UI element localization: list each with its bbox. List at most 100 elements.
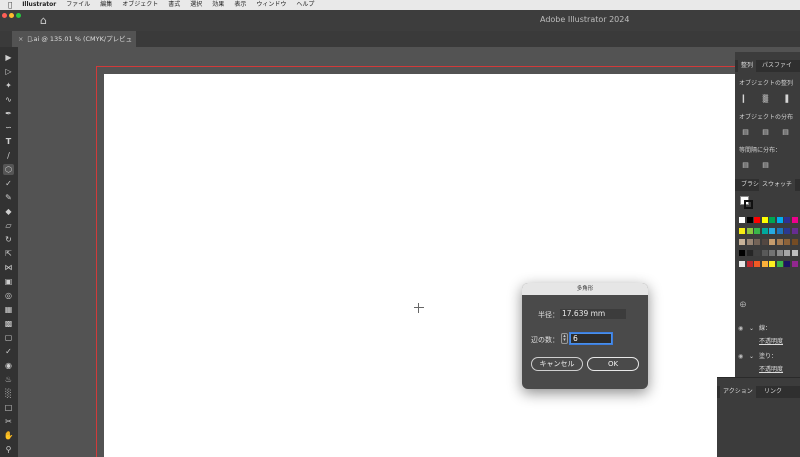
new-swatch-icon[interactable]: ⨁ xyxy=(740,301,746,308)
shaper-tool-icon[interactable]: ◆ xyxy=(3,206,14,217)
eraser-tool-icon[interactable]: ▱ xyxy=(3,220,14,231)
color-swatch[interactable] xyxy=(761,239,768,245)
color-swatch[interactable] xyxy=(746,250,753,256)
color-swatch[interactable] xyxy=(791,228,798,234)
appearance-stroke-row[interactable]: ◉ ⌄ 線： xyxy=(735,322,800,336)
tab-swatches[interactable]: スウォッチ xyxy=(759,179,796,191)
stroke-opacity-link[interactable]: 不透明度 xyxy=(759,335,783,349)
color-swatch[interactable] xyxy=(776,250,783,256)
perspective-grid-tool-icon[interactable]: ▦ xyxy=(3,304,14,315)
distribute-spacing-vertical-icon[interactable]: ▤ xyxy=(740,160,751,170)
artboard[interactable] xyxy=(104,74,736,457)
color-swatch[interactable] xyxy=(769,261,775,267)
align-left-icon[interactable]: ▎ xyxy=(740,94,751,104)
color-swatch[interactable] xyxy=(784,228,790,234)
eye-icon[interactable]: ◉ xyxy=(738,322,743,336)
color-swatch[interactable] xyxy=(739,228,745,234)
menu-effect[interactable]: 効果 xyxy=(212,0,224,10)
align-right-icon[interactable]: ▐ xyxy=(780,94,791,104)
ok-button[interactable]: OK xyxy=(587,357,639,371)
rotate-tool-icon[interactable]: ↻ xyxy=(3,234,14,245)
shape-builder-tool-icon[interactable]: ◎ xyxy=(3,290,14,301)
menu-type[interactable]: 書式 xyxy=(168,0,180,10)
color-swatch[interactable] xyxy=(791,217,798,223)
lasso-tool-icon[interactable]: ∿ xyxy=(3,94,14,105)
distribute-top-icon[interactable]: ▤ xyxy=(740,127,751,137)
scale-tool-icon[interactable]: ⇱ xyxy=(3,248,14,259)
tab-links[interactable]: リンク xyxy=(761,386,785,398)
color-swatch[interactable] xyxy=(746,217,753,223)
color-swatch[interactable] xyxy=(746,261,753,267)
color-swatch[interactable] xyxy=(739,261,745,267)
fill-opacity-link[interactable]: 不透明度 xyxy=(759,363,783,377)
menu-app-name[interactable]: Illustrator xyxy=(22,0,56,10)
close-window-button[interactable] xyxy=(2,13,7,18)
menu-window[interactable]: ウィンドウ xyxy=(256,0,286,10)
color-swatch[interactable] xyxy=(761,217,768,223)
color-swatch[interactable] xyxy=(784,239,790,245)
line-tool-icon[interactable]: ∕ xyxy=(3,150,14,161)
color-swatch[interactable] xyxy=(784,217,790,223)
gradient-tool-icon[interactable]: ▢ xyxy=(3,332,14,343)
align-center-icon[interactable]: ▒ xyxy=(760,94,771,104)
eye-icon[interactable]: ◉ xyxy=(738,350,743,364)
color-swatch[interactable] xyxy=(791,250,798,256)
color-swatch[interactable] xyxy=(754,261,760,267)
cancel-button[interactable]: キャンセル xyxy=(531,357,583,371)
slice-tool-icon[interactable]: ✂ xyxy=(3,416,14,427)
color-swatch[interactable] xyxy=(769,250,775,256)
menu-help[interactable]: ヘルプ xyxy=(296,0,314,10)
selection-tool-icon[interactable]: ▶ xyxy=(3,52,14,63)
stroke-color-icon[interactable] xyxy=(744,200,753,209)
color-swatch[interactable] xyxy=(776,261,783,267)
color-swatch[interactable] xyxy=(754,250,760,256)
color-swatch[interactable] xyxy=(784,261,790,267)
curvature-tool-icon[interactable]: ∽ xyxy=(3,122,14,133)
width-tool-icon[interactable]: ⋈ xyxy=(3,262,14,273)
tab-pathfinder[interactable]: パスファイ xyxy=(759,60,795,72)
zoom-tool-icon[interactable]: ⚲ xyxy=(3,444,14,455)
color-swatch[interactable] xyxy=(769,239,775,245)
color-swatch[interactable] xyxy=(769,217,775,223)
symbol-sprayer-tool-icon[interactable]: ♨ xyxy=(3,374,14,385)
appearance-fill-row[interactable]: ◉ ⌄ 塗り： xyxy=(735,350,800,364)
menu-file[interactable]: ファイル xyxy=(66,0,90,10)
mesh-tool-icon[interactable]: ▩ xyxy=(3,318,14,329)
hand-tool-icon[interactable]: ✋ xyxy=(3,430,14,441)
apple-icon[interactable]:  xyxy=(8,0,12,10)
tab-actions[interactable]: アクション xyxy=(720,386,756,398)
minimize-window-button[interactable] xyxy=(9,13,14,18)
blend-tool-icon[interactable]: ◉ xyxy=(3,360,14,371)
color-swatch[interactable] xyxy=(791,239,798,245)
appearance-fill-opacity-row[interactable]: 不透明度 xyxy=(735,363,800,377)
menu-object[interactable]: オブジェクト xyxy=(122,0,158,10)
tab-align[interactable]: 整列 xyxy=(738,60,757,72)
distribute-bottom-icon[interactable]: ▤ xyxy=(780,127,791,137)
free-transform-tool-icon[interactable]: ▣ xyxy=(3,276,14,287)
color-swatch[interactable] xyxy=(776,239,783,245)
radius-field[interactable]: 17.639 mm xyxy=(560,309,626,319)
color-swatch[interactable] xyxy=(791,261,798,267)
document-tab[interactable]: × ﾞ.ai @ 135.01 % (CMYK/プレビュー) xyxy=(12,31,136,59)
blob-brush-tool-icon[interactable]: ✎ xyxy=(3,192,14,203)
magic-wand-tool-icon[interactable]: ✦ xyxy=(3,80,14,91)
chevron-down-icon[interactable]: ⌄ xyxy=(749,322,754,336)
home-icon[interactable]: ⌂ xyxy=(40,15,52,27)
color-swatch[interactable] xyxy=(746,228,753,234)
column-graph-tool-icon[interactable]: ░ xyxy=(3,388,14,399)
artboard-tool-icon[interactable]: □ xyxy=(3,402,14,413)
color-swatch[interactable] xyxy=(754,228,760,234)
color-swatch[interactable] xyxy=(746,239,753,245)
menu-select[interactable]: 選択 xyxy=(190,0,202,10)
color-swatch[interactable] xyxy=(754,217,760,223)
color-swatch[interactable] xyxy=(761,228,768,234)
chevron-down-icon[interactable]: ⌄ xyxy=(749,350,754,364)
color-swatch[interactable] xyxy=(776,217,783,223)
pen-tool-icon[interactable]: ✒ xyxy=(3,108,14,119)
color-swatch[interactable] xyxy=(761,250,768,256)
distribute-spacing-horizontal-icon[interactable]: ▤ xyxy=(760,160,771,170)
zoom-window-button[interactable] xyxy=(16,13,21,18)
paintbrush-tool-icon[interactable]: ✓ xyxy=(3,178,14,189)
eyedropper-tool-icon[interactable]: ✓ xyxy=(3,346,14,357)
polygon-tool-icon[interactable]: ⬡ xyxy=(3,164,14,175)
